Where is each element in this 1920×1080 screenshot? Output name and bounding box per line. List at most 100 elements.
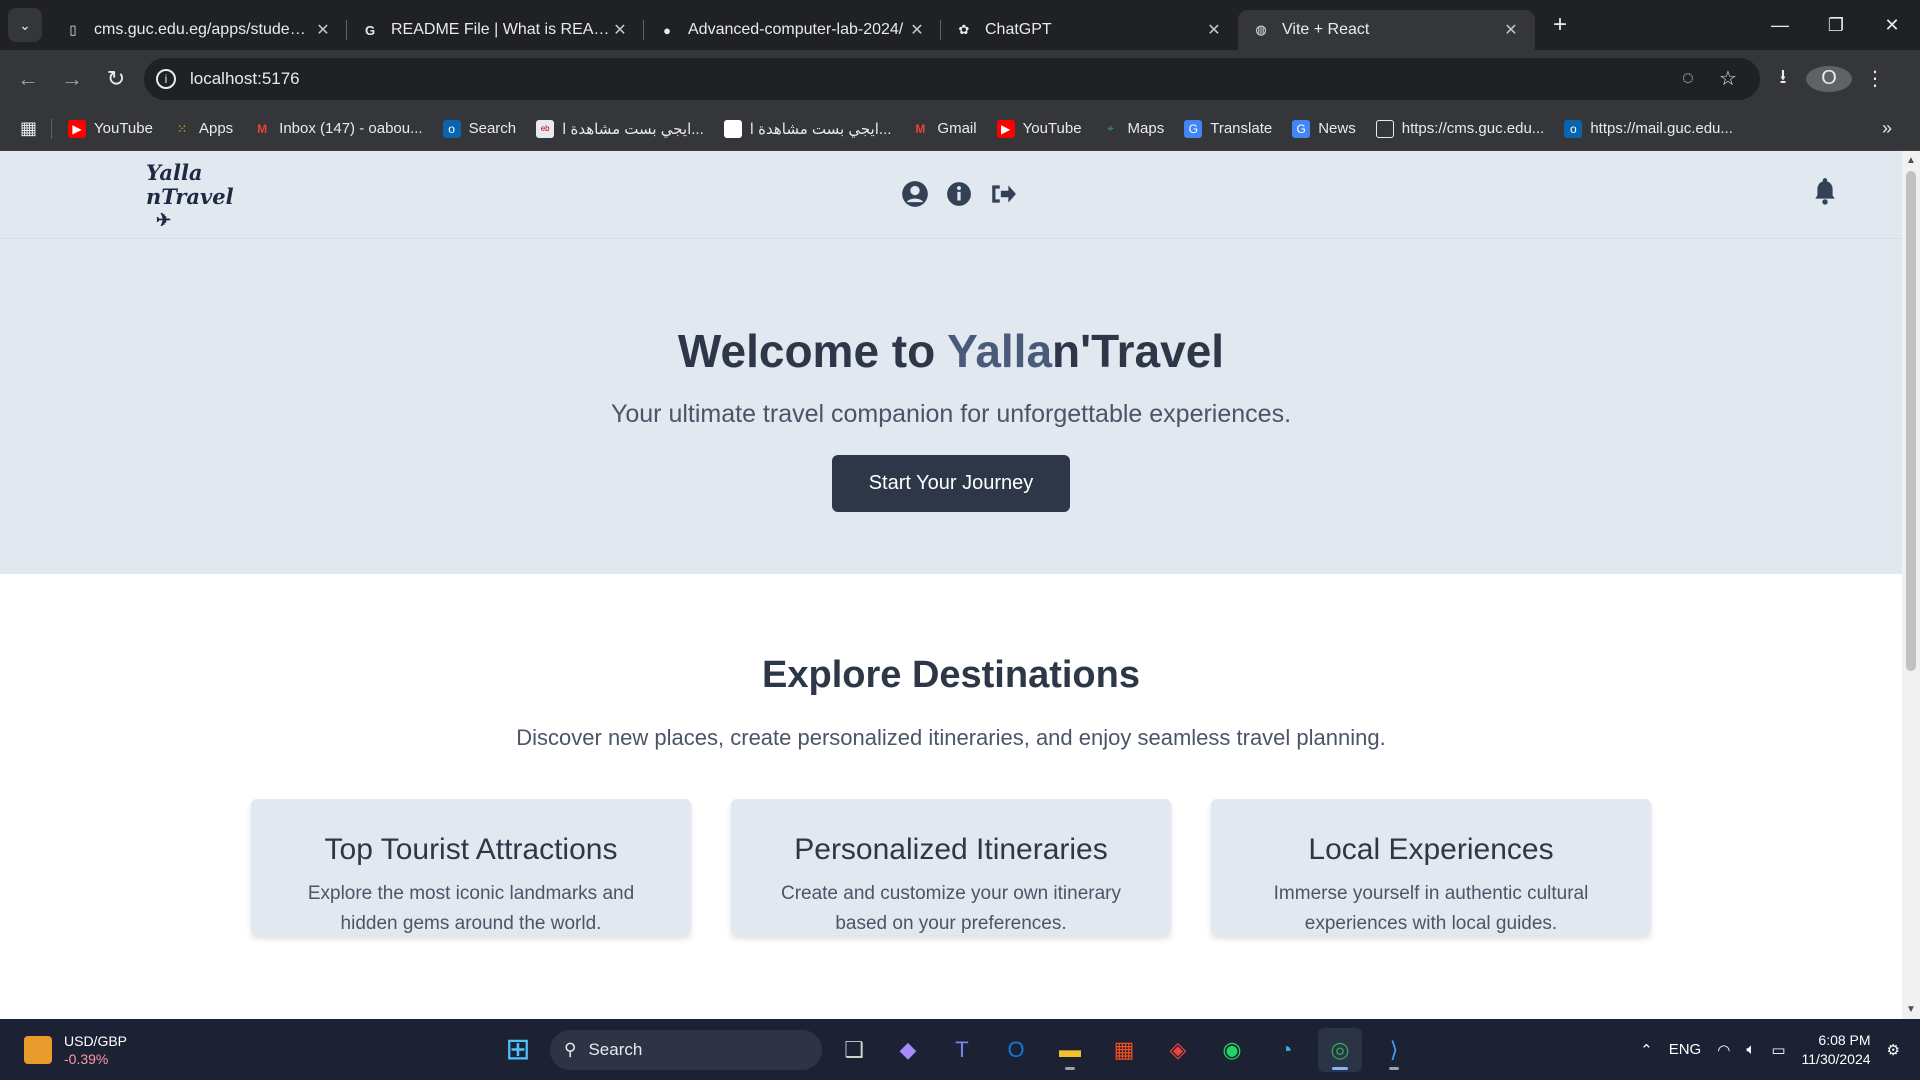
bookmark-translate[interactable]: G Translate (1184, 119, 1272, 138)
logout-icon[interactable] (988, 179, 1018, 209)
tab-title: ChatGPT (985, 21, 1052, 38)
scrollbar-thumb[interactable] (1906, 171, 1916, 671)
kebab-menu-icon[interactable]: ⋮ (1852, 66, 1898, 91)
site-logo[interactable]: Yalla nTravel ✈ (146, 161, 234, 232)
file-explorer-icon[interactable]: ▬ (1048, 1028, 1092, 1072)
bookmark-cms[interactable]: https://cms.guc.edu... (1375, 119, 1544, 138)
info-circle-icon[interactable] (944, 179, 974, 209)
tab-close-icon[interactable]: ✕ (610, 20, 630, 40)
notifications-icon[interactable]: ⚙ (1887, 1041, 1900, 1059)
bookmark-gmail[interactable]: M Gmail (911, 120, 976, 138)
new-tab-button[interactable]: + (1543, 11, 1577, 39)
currency-widget[interactable]: USD/GBP -0.39% (24, 1032, 224, 1068)
windows-start-icon[interactable]: ⊞ (496, 1028, 540, 1072)
copilot-icon[interactable]: ◆ (886, 1028, 930, 1072)
bookmark-search[interactable]: o Search (442, 119, 516, 138)
bookmark-label: Gmail (937, 120, 977, 137)
bookmark-label: Maps (1127, 120, 1165, 137)
windows-taskbar: USD/GBP -0.39% ⊞ ⚲ Search ❑ ◆ T O ▬ ▦ ◈ ◉… (0, 1019, 1920, 1080)
forward-arrow-icon[interactable]: → (50, 66, 94, 92)
document-icon: ▯ (69, 22, 77, 37)
eye-off-icon[interactable]: ◌ (1668, 67, 1708, 90)
site-info-icon[interactable]: i (156, 68, 176, 89)
bookmark-star-icon[interactable]: ☆ (1708, 66, 1748, 91)
teams-icon[interactable]: T (940, 1028, 984, 1072)
reload-icon[interactable]: ↻ (94, 66, 138, 92)
url-text[interactable]: localhost:5176 (190, 69, 1668, 89)
bookmark-inbox[interactable]: M Inbox (147) - oabou... (253, 120, 422, 138)
address-bar[interactable]: i localhost:5176 ◌ ☆ (144, 57, 1760, 100)
outlook-icon: o (442, 119, 461, 138)
outlook-icon[interactable]: O (994, 1028, 1038, 1072)
bookmark-label: Apps (198, 120, 234, 137)
chevron-up-icon[interactable]: ⌃ (1640, 1041, 1653, 1059)
card-text: Immerse yourself in authentic cultural e… (1273, 883, 1589, 934)
user-circle-icon[interactable] (900, 179, 930, 209)
clock-date: 11/30/2024 (1801, 1050, 1871, 1067)
card-top-attractions[interactable]: Top Tourist Attractions Explore the most… (251, 799, 691, 935)
bookmark-mail[interactable]: o https://mail.guc.edu... (1564, 119, 1733, 138)
page-scrollbar[interactable]: ▲ ▼ (1902, 151, 1920, 1019)
gmail-icon: M (915, 121, 926, 136)
running-indicator (1389, 1066, 1399, 1070)
running-indicator (1065, 1066, 1075, 1070)
tab-chatgpt[interactable]: ✿ ChatGPT ✕ (941, 10, 1238, 50)
bookmark-youtube[interactable]: ▶ YouTube (68, 119, 153, 138)
hero-subtitle: Your ultimate travel companion for unfor… (610, 400, 1292, 428)
bookmark-label: Inbox (147) - oabou... (279, 120, 423, 137)
close-window-icon[interactable]: ✕ (1864, 0, 1920, 50)
bookmark-maps[interactable]: ⌖ Maps (1102, 120, 1165, 138)
egybest-icon: eb (536, 119, 555, 138)
google-icon: G (364, 22, 376, 38)
feature-cards: Top Tourist Attractions Explore the most… (0, 799, 1902, 935)
minimize-icon[interactable]: — (1752, 0, 1808, 50)
card-title: Local Experiences (1308, 833, 1554, 866)
language-indicator[interactable]: ENG (1669, 1041, 1702, 1058)
chevron-double-right-icon[interactable]: » (1882, 118, 1892, 139)
tab-vite-react[interactable]: ◍ Vite + React ✕ (1238, 10, 1535, 50)
tab-close-icon[interactable]: ✕ (907, 20, 927, 40)
edge-icon[interactable]: ◔ (1264, 1028, 1308, 1072)
anydesk-icon[interactable]: ◈ (1156, 1028, 1200, 1072)
restore-icon[interactable]: ❐ (1808, 0, 1864, 50)
volume-icon[interactable]: 🔈︎ (1746, 1041, 1755, 1058)
bookmark-apps[interactable]: ⁙ Apps (173, 120, 233, 138)
back-arrow-icon[interactable]: ← (6, 66, 50, 92)
apps-grid-icon[interactable]: ▦ (20, 118, 37, 139)
battery-icon[interactable]: ▭ (1771, 1041, 1785, 1059)
bookmark-egybest-1[interactable]: eb ايجي بست مشاهدة ا... (536, 119, 704, 138)
card-local-experiences[interactable]: Local Experiences Immerse yourself in au… (1211, 799, 1651, 935)
tab-readme[interactable]: G README File | What is README ✕ (347, 10, 644, 50)
wifi-icon[interactable]: ◠ (1717, 1041, 1730, 1059)
tab-cms[interactable]: ▯ cms.guc.edu.eg/apps/student/C ✕ (50, 10, 347, 50)
microsoft-store-icon[interactable]: ▦ (1102, 1028, 1146, 1072)
taskbar-search[interactable]: ⚲ Search (550, 1029, 822, 1070)
vscode-icon[interactable]: ⟩ (1372, 1028, 1416, 1072)
bookmark-youtube-2[interactable]: ▶ YouTube (996, 119, 1082, 138)
scroll-down-arrow-icon[interactable]: ▼ (1906, 1004, 1916, 1015)
tab-close-icon[interactable]: ✕ (1501, 20, 1521, 40)
chrome-icon[interactable]: ◎ (1318, 1027, 1362, 1072)
notification-bell-icon[interactable] (1812, 175, 1840, 205)
bookmark-label: ايجي بست مشاهدة ا... (749, 120, 892, 138)
start-journey-button[interactable]: Start Your Journey (832, 455, 1070, 512)
download-icon[interactable]: ⭳ (1760, 62, 1806, 96)
task-view-icon[interactable]: ❑ (832, 1028, 876, 1072)
taskbar-apps: ⊞ ⚲ Search ❑ ◆ T O ▬ ▦ ◈ ◉ ◔ ◎ ⟩ (496, 1019, 1416, 1080)
clock[interactable]: 6:08 PM 11/30/2024 (1802, 1031, 1871, 1069)
toolbar-actions: ⭳ O ⋮ (1760, 62, 1898, 96)
youtube-icon: ▶ (68, 119, 87, 138)
tab-search-button[interactable]: ⌄ (8, 8, 42, 42)
profile-avatar[interactable]: O (1806, 65, 1852, 92)
bookmark-egybest-2[interactable]: ايجي بست مشاهدة ا... (723, 119, 892, 138)
card-title: Top Tourist Attractions (324, 833, 618, 866)
tab-github[interactable]: ● Advanced-computer-lab-2024/ ✕ (644, 10, 941, 50)
bookmark-news[interactable]: G News (1292, 119, 1356, 138)
tab-close-icon[interactable]: ✕ (1204, 20, 1224, 40)
tab-close-icon[interactable]: ✕ (313, 20, 333, 40)
scroll-up-arrow-icon[interactable]: ▲ (1906, 155, 1916, 166)
page-viewport: Yalla nTravel ✈ Welcome to Yallan'Travel… (0, 151, 1902, 1019)
blank-page-icon (723, 119, 742, 138)
whatsapp-icon[interactable]: ◉ (1210, 1028, 1254, 1072)
card-personalized-itineraries[interactable]: Personalized Itineraries Create and cust… (731, 799, 1171, 935)
